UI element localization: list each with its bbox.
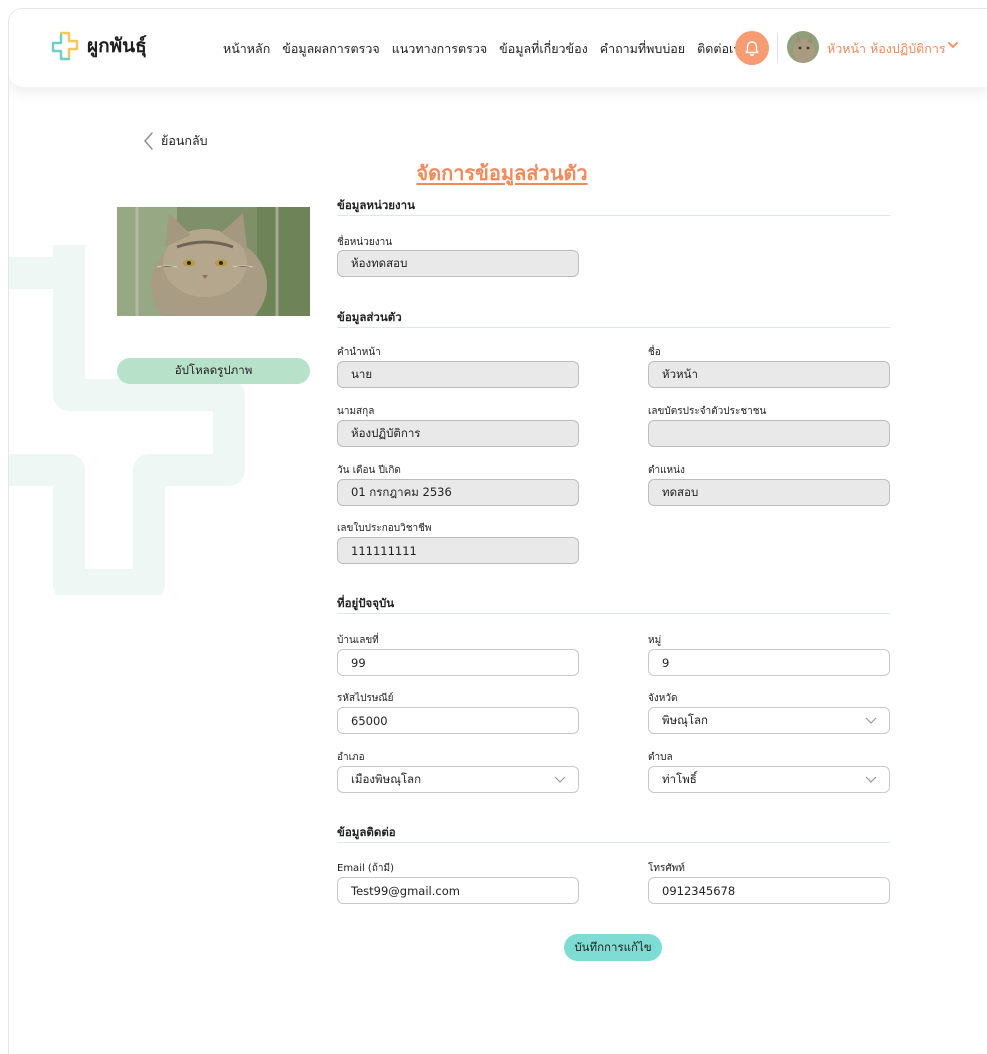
section-divider — [337, 842, 890, 843]
section-divider — [337, 215, 890, 216]
moo-value: 9 — [662, 655, 670, 670]
label-email: Email (ถ้ามี) — [337, 863, 394, 874]
label-district: อำเภอ — [337, 752, 365, 763]
position-value: ทดสอบ — [662, 484, 699, 499]
email-value: Test99@gmail.com — [351, 883, 460, 898]
main-nav: หน้าหลัก ข้อมูลผลการตรวจ แนวทางการตรวจ ข… — [223, 39, 747, 59]
notification-button[interactable] — [735, 31, 769, 65]
brand-cross-icon — [51, 31, 79, 61]
chevron-left-icon — [144, 132, 153, 150]
province-value: พิษณุโลก — [662, 712, 709, 727]
nav-home[interactable]: หน้าหลัก — [223, 39, 270, 59]
section-title-unit: ข้อมูลหน่วยงาน — [337, 198, 415, 212]
section-title-address: ที่อยู่ปัจจุบัน — [337, 596, 395, 610]
label-postcode: รหัสไปรษณีย์ — [337, 693, 394, 704]
section-divider — [337, 613, 890, 614]
label-subdistrict: ตำบล — [648, 752, 673, 763]
district-value: เมืองพิษณุโลก — [351, 771, 422, 786]
section-title-personal: ข้อมูลส่วนตัว — [337, 310, 402, 324]
brand-logo[interactable]: ผูกพันธุ์ — [51, 31, 147, 61]
unit-name-field[interactable]: ห้องทดสอบ — [337, 250, 579, 277]
license-value: 111111111 — [351, 543, 417, 558]
house-no-value: 99 — [351, 655, 366, 670]
subdistrict-select[interactable]: ท่าโพธิ์ — [648, 766, 890, 793]
chevron-down-icon[interactable] — [947, 39, 959, 51]
label-prefix: คำนำหน้า — [337, 347, 381, 358]
nav-faq[interactable]: คำถามที่พบบ่อย — [600, 39, 685, 59]
position-field[interactable]: ทดสอบ — [648, 479, 890, 506]
postcode-input[interactable]: 65000 — [337, 707, 579, 734]
label-unit-name: ชื่อหน่วยงาน — [337, 237, 393, 248]
nav-guidelines[interactable]: แนวทางการตรวจ — [392, 39, 487, 59]
back-label: ย้อนกลับ — [161, 133, 208, 148]
postcode-value: 65000 — [351, 713, 388, 728]
prefix-field[interactable]: นาย — [337, 361, 579, 388]
last-name-value: ห้องปฏิบัติการ — [351, 425, 421, 440]
user-avatar[interactable] — [787, 31, 819, 63]
chevron-down-icon — [554, 776, 566, 783]
profile-photo — [117, 207, 310, 316]
phone-value: 0912345678 — [662, 883, 736, 898]
page-title: จัดการข้อมูลส่วนตัว — [416, 161, 588, 185]
unit-name-value: ห้องทดสอบ — [351, 255, 408, 270]
last-name-field[interactable]: ห้องปฏิบัติการ — [337, 420, 579, 447]
phone-input[interactable]: 0912345678 — [648, 877, 890, 904]
bell-icon — [745, 40, 759, 56]
label-first-name: ชื่อ — [648, 347, 661, 358]
subdistrict-value: ท่าโพธิ์ — [662, 771, 697, 786]
nav-related-info[interactable]: ข้อมูลที่เกี่ยวข้อง — [499, 39, 588, 59]
birth-date-value: 01 กรกฎาคม 2536 — [351, 484, 452, 499]
label-birth-date: วัน เดือน ปีเกิด — [337, 465, 401, 476]
prefix-value: นาย — [351, 366, 373, 381]
nav-results[interactable]: ข้อมูลผลการตรวจ — [282, 39, 379, 59]
header-divider — [777, 33, 778, 63]
label-house-no: บ้านเลขที่ — [337, 635, 379, 646]
house-no-input[interactable]: 99 — [337, 649, 579, 676]
cat-photo-image — [117, 207, 310, 316]
cat-avatar-image — [787, 31, 819, 63]
id-card-field[interactable] — [648, 420, 890, 447]
first-name-value: หัวหน้า — [662, 366, 698, 381]
section-divider — [337, 327, 890, 328]
license-field[interactable]: 111111111 — [337, 537, 579, 564]
chevron-down-icon — [865, 717, 877, 724]
birth-date-field[interactable]: 01 กรกฎาคม 2536 — [337, 479, 579, 506]
label-phone: โทรศัพท์ — [648, 863, 685, 874]
top-navbar: ผูกพันธุ์ หน้าหลัก ข้อมูลผลการตรวจ แนวทา… — [9, 9, 987, 87]
save-changes-button[interactable]: บันทึกการแก้ไข — [564, 934, 662, 961]
district-select[interactable]: เมืองพิษณุโลก — [337, 766, 579, 793]
email-input[interactable]: Test99@gmail.com — [337, 877, 579, 904]
label-position: ตำแหน่ง — [648, 465, 685, 476]
label-license: เลขใบประกอบวิชาชีพ — [337, 523, 432, 534]
label-moo: หมู่ — [648, 635, 662, 646]
section-title-contact: ข้อมูลติดต่อ — [337, 825, 396, 839]
brand-name: ผูกพันธุ์ — [87, 35, 147, 57]
app-frame: ผูกพันธุ์ หน้าหลัก ข้อมูลผลการตรวจ แนวทา… — [8, 8, 987, 1054]
chevron-down-icon — [865, 776, 877, 783]
back-button[interactable]: ย้อนกลับ — [143, 131, 208, 151]
label-id-card: เลขบัตรประจำตัวประชาชน — [648, 406, 767, 417]
user-name[interactable]: หัวหน้า ห้องปฏิบัติการ — [827, 39, 946, 59]
label-last-name: นามสกุล — [337, 406, 375, 417]
province-select[interactable]: พิษณุโลก — [648, 707, 890, 734]
first-name-field[interactable]: หัวหน้า — [648, 361, 890, 388]
label-province: จังหวัด — [648, 693, 678, 704]
moo-input[interactable]: 9 — [648, 649, 890, 676]
upload-photo-button[interactable]: อัปโหลดรูปภาพ — [117, 358, 310, 384]
